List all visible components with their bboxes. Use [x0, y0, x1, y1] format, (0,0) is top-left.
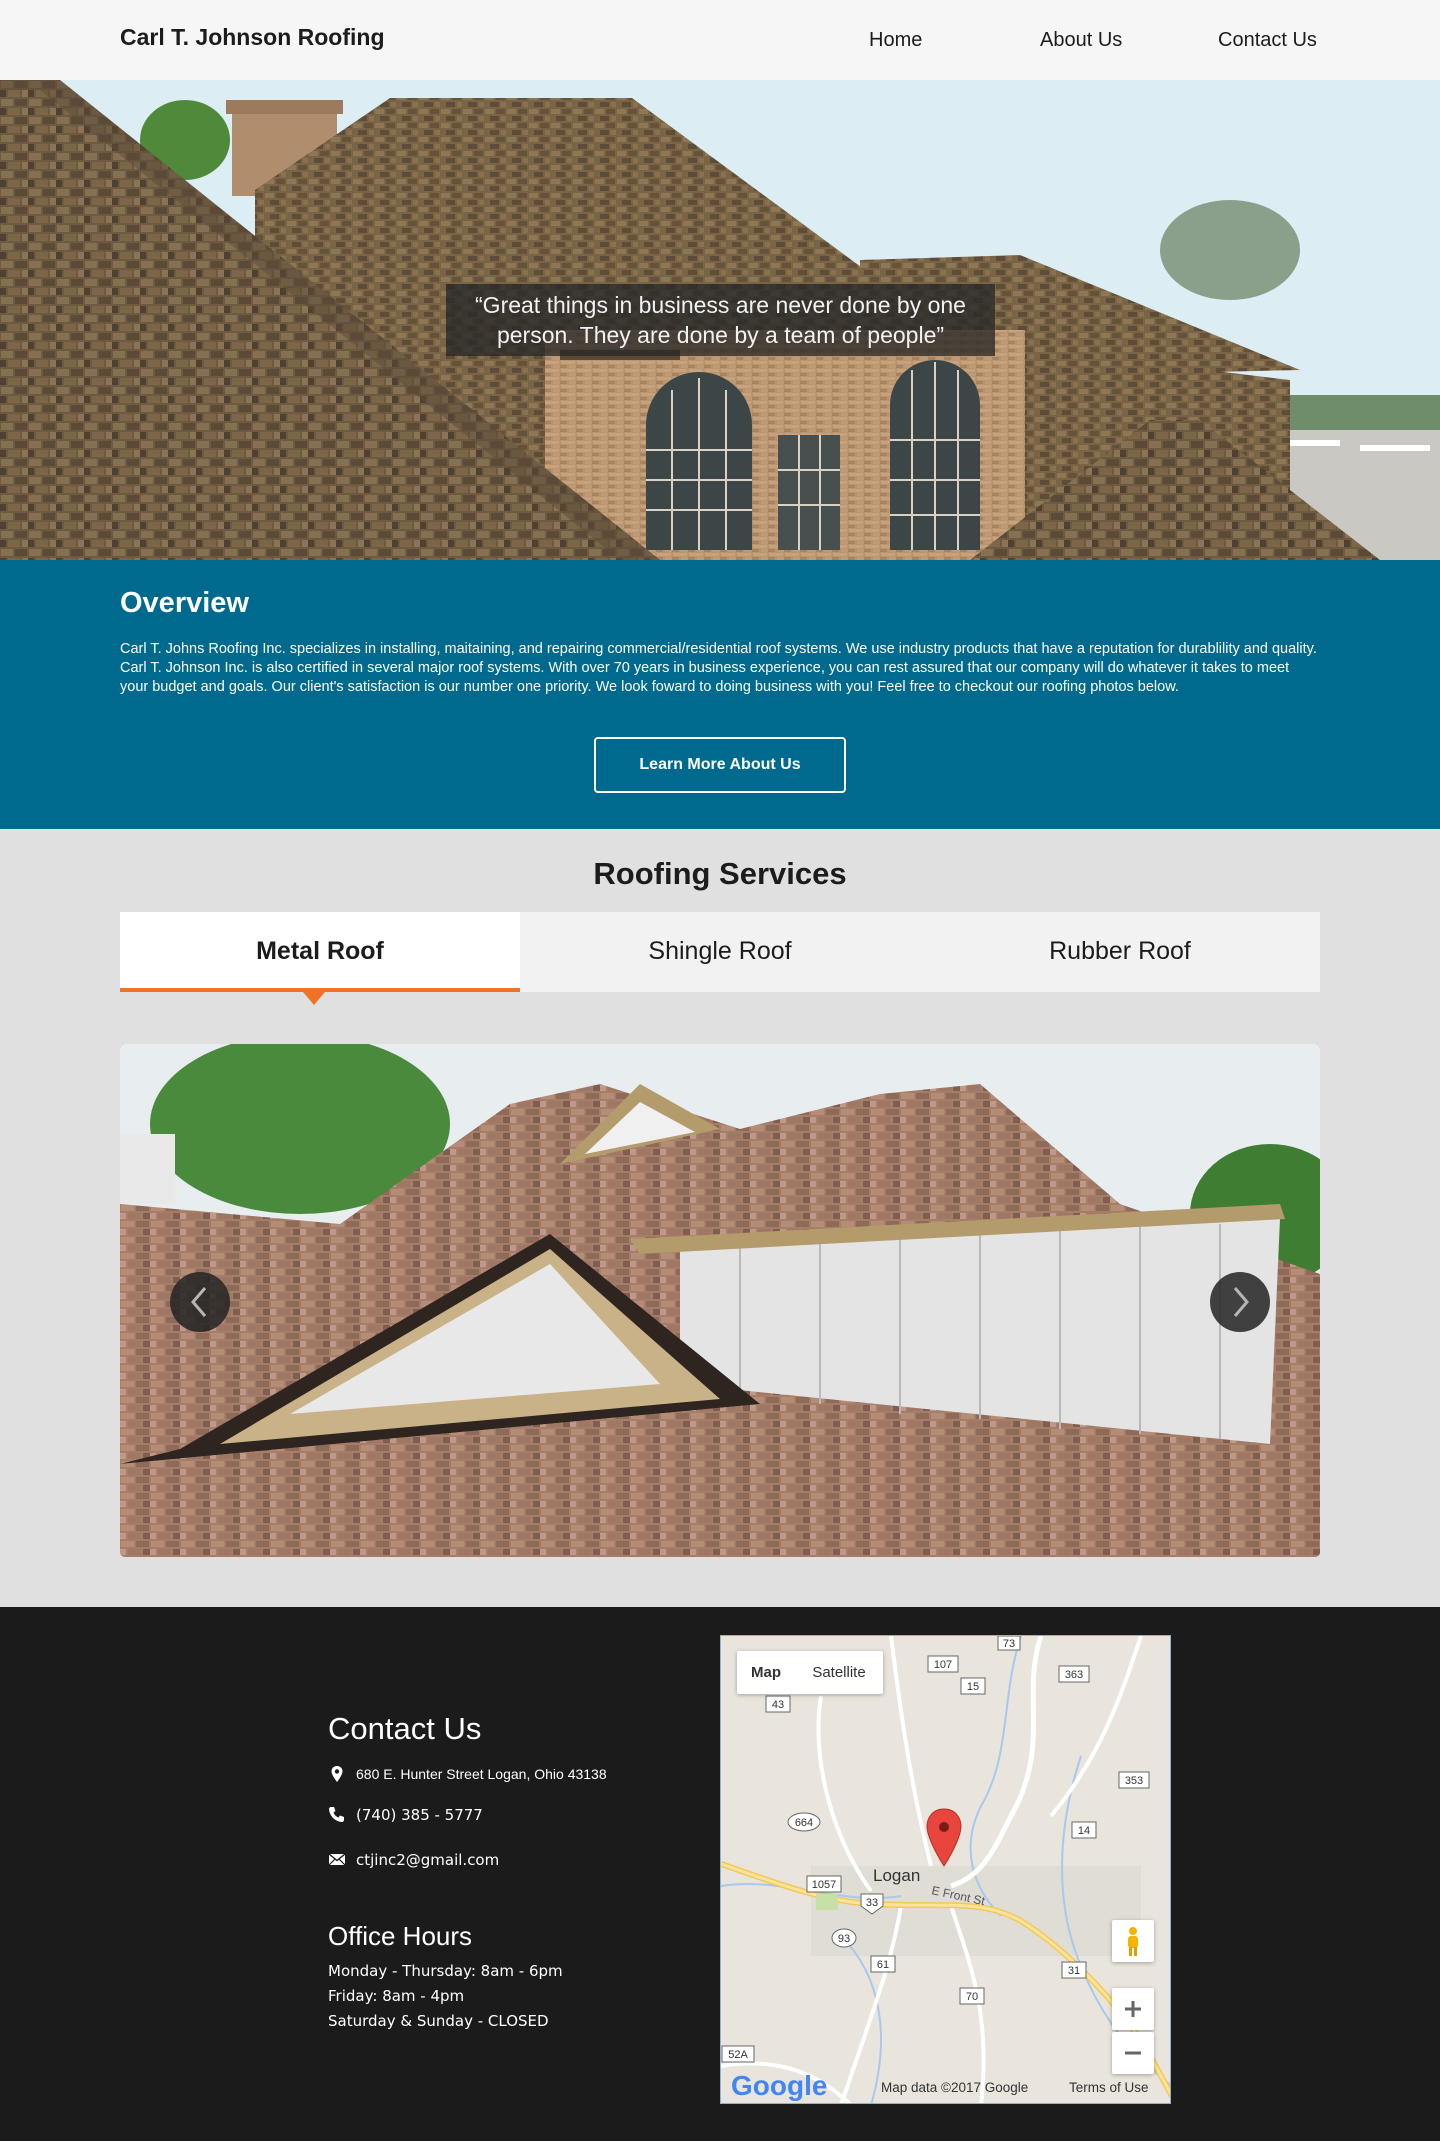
minus-icon: [1125, 2051, 1141, 2055]
office-hours-title: Office Hours: [328, 1921, 473, 1951]
hero-quote: “Great things in business are never done…: [446, 284, 995, 356]
map-town-label: Logan: [873, 1866, 920, 1885]
nav-about-us[interactable]: About Us: [1040, 29, 1122, 52]
email-link[interactable]: ctjinc2@gmail.com: [356, 1851, 499, 1869]
shield-52a: 52A: [728, 2049, 748, 2061]
hours-friday: Friday: 8am - 4pm: [328, 1987, 465, 2005]
map-tiles: 73 107 15 363 43 353 664 14 1057 33 93 6…: [721, 1636, 1170, 2103]
google-map[interactable]: 73 107 15 363 43 353 664 14 1057 33 93 6…: [720, 1635, 1171, 2104]
shield-33: 33: [866, 1897, 878, 1909]
shield-43: 43: [772, 1699, 784, 1711]
active-tab-indicator: [303, 992, 325, 1005]
shield-1057: 1057: [812, 1879, 836, 1891]
services-title: Roofing Services: [593, 856, 847, 891]
hours-weekdays: Monday - Thursday: 8am - 6pm: [328, 1962, 563, 1980]
chevron-left-icon: [191, 1287, 207, 1317]
nav-contact-us[interactable]: Contact Us: [1218, 29, 1317, 52]
shield-664: 664: [795, 1817, 813, 1829]
address-text: 680 E. Hunter Street Logan, Ohio 43138: [356, 1766, 607, 1782]
shield-70: 70: [966, 1991, 978, 2003]
chevron-right-icon: [1233, 1287, 1249, 1317]
phone-text[interactable]: (740) 385 - 5777: [356, 1806, 483, 1824]
tab-shingle-roof[interactable]: Shingle Roof: [520, 912, 920, 992]
envelope-icon: [328, 1853, 346, 1866]
site-footer: Contact Us 680 E. Hunter Street Logan, O…: [0, 1607, 1440, 2141]
nav-home[interactable]: Home: [869, 29, 922, 52]
contact-title: Contact Us: [328, 1711, 482, 1746]
google-logo: Google: [731, 2070, 827, 2102]
slider-prev-button[interactable]: [170, 1272, 230, 1332]
tab-metal-roof[interactable]: Metal Roof: [120, 912, 520, 992]
plus-icon: [1125, 2001, 1141, 2017]
map-view-button[interactable]: Map: [737, 1651, 795, 1694]
roof-photo-slider: [120, 1044, 1320, 1557]
shield-73: 73: [1003, 1638, 1015, 1650]
map-pin-icon: [331, 1766, 343, 1782]
zoom-in-button[interactable]: [1112, 1988, 1154, 2030]
site-header: Carl T. Johnson Roofing Home About Us Co…: [0, 0, 1440, 80]
overview-section: Overview Carl T. Johns Roofing Inc. spec…: [0, 560, 1440, 829]
shield-15: 15: [967, 1681, 979, 1693]
shield-31: 31: [1068, 1965, 1080, 1977]
shield-14: 14: [1078, 1825, 1090, 1837]
slider-next-button[interactable]: [1210, 1272, 1270, 1332]
map-attribution: Map data ©2017 Google: [881, 2080, 1029, 2095]
overview-text: Carl T. Johns Roofing Inc. specializes i…: [120, 641, 1317, 695]
google-logo-text: Google: [731, 2070, 828, 2101]
street-view-pegman[interactable]: [1112, 1920, 1154, 1962]
map-type-toggle: Map Satellite: [737, 1651, 883, 1694]
map-terms-link[interactable]: Terms of Use: [1069, 2080, 1149, 2095]
shield-363: 363: [1065, 1669, 1083, 1681]
slider-roof-image: [120, 1044, 1320, 1557]
hours-weekend: Saturday & Sunday - CLOSED: [328, 2012, 549, 2030]
services-tabs: Metal Roof Shingle Roof Rubber Roof: [120, 912, 1320, 992]
overview-title: Overview: [120, 587, 249, 619]
pegman-icon: [1128, 1927, 1138, 1956]
shield-353: 353: [1125, 1775, 1143, 1787]
tab-rubber-roof[interactable]: Rubber Roof: [920, 912, 1320, 992]
satellite-view-button[interactable]: Satellite: [795, 1651, 883, 1694]
hero-banner: “Great things in business are never done…: [0, 80, 1440, 560]
shield-107: 107: [934, 1659, 952, 1671]
zoom-out-button[interactable]: [1112, 2032, 1154, 2074]
shield-61: 61: [877, 1959, 889, 1971]
phone-icon: [329, 1807, 344, 1822]
learn-more-button[interactable]: Learn More About Us: [594, 737, 846, 793]
brand-logo[interactable]: Carl T. Johnson Roofing: [120, 24, 385, 51]
shield-93: 93: [838, 1933, 850, 1945]
